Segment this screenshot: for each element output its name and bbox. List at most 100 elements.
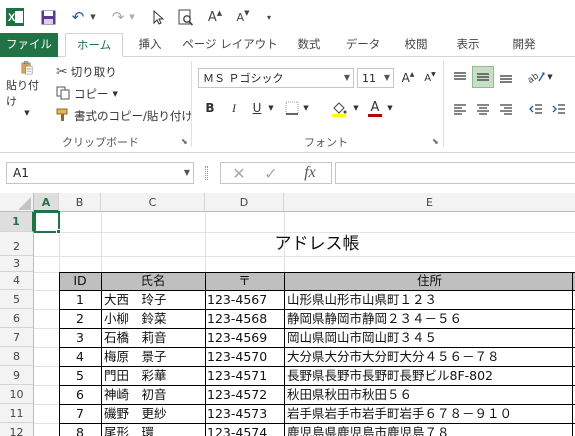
underline-button[interactable]: U xyxy=(248,98,266,118)
row-header[interactable]: 6 xyxy=(0,309,34,328)
redo-icon[interactable]: ↷ xyxy=(108,7,128,27)
orientation-button[interactable]: ab ▼ xyxy=(527,66,553,88)
cut-button[interactable]: ✂ 切り取り xyxy=(56,63,117,81)
select-objects-icon[interactable] xyxy=(150,7,166,27)
decrease-font-icon[interactable]: A ▼ xyxy=(233,7,253,27)
align-middle-button[interactable] xyxy=(472,66,494,88)
font-color-button[interactable]: A xyxy=(366,98,384,120)
borders-dropdown-icon[interactable]: ▼ xyxy=(301,98,311,118)
column-header-a[interactable]: A xyxy=(34,193,59,212)
row-header[interactable]: 10 xyxy=(0,385,34,404)
cell-id[interactable]: 4 xyxy=(59,347,101,366)
increase-font-icon[interactable]: A ▲ xyxy=(205,7,225,27)
copy-button[interactable]: コピー ▼ xyxy=(56,85,118,103)
align-center-button[interactable] xyxy=(473,98,493,120)
tab-developer[interactable]: 開発 xyxy=(502,33,546,57)
column-header-c[interactable]: C xyxy=(101,193,205,212)
decrease-indent-button[interactable] xyxy=(526,98,546,120)
column-header-e[interactable]: E xyxy=(284,193,575,212)
cell-postal[interactable]: 123-4574 xyxy=(207,423,283,436)
cell-name[interactable]: 大西 玲子 xyxy=(104,290,204,309)
insert-function-icon[interactable]: fx xyxy=(295,163,325,183)
row-header[interactable]: 3 xyxy=(0,256,34,272)
formula-bar-splitter[interactable] xyxy=(205,166,208,180)
grow-font-button[interactable]: A ▲ xyxy=(399,68,417,88)
cell-address[interactable]: 鹿児島県鹿児島市鹿児島７８ xyxy=(287,423,575,436)
cell-address[interactable]: 大分県大分市大分町大分４５６－７８ xyxy=(287,347,575,366)
row-header[interactable]: 4 xyxy=(0,272,34,290)
row-header[interactable]: 12 xyxy=(0,423,34,436)
redo-dropdown-icon[interactable]: ▼ xyxy=(127,7,137,27)
column-header-d[interactable]: D xyxy=(205,193,284,212)
row-header[interactable]: 9 xyxy=(0,366,34,385)
fill-handle[interactable] xyxy=(56,229,61,234)
tab-view[interactable]: 表示 xyxy=(446,33,490,57)
tab-file[interactable]: ファイル xyxy=(0,33,58,57)
row-header[interactable]: 2 xyxy=(0,232,34,256)
clipboard-launcher-icon[interactable]: ⬊ xyxy=(181,137,188,146)
font-name-combo[interactable]: ＭＳ Ｐゴシック ▼ xyxy=(198,68,354,88)
save-icon[interactable] xyxy=(38,7,58,27)
cell-name[interactable]: 小柳 鈴菜 xyxy=(104,309,204,328)
cell-name[interactable]: 神崎 初音 xyxy=(104,385,204,404)
borders-button[interactable] xyxy=(283,98,301,118)
row-header[interactable]: 8 xyxy=(0,347,34,366)
row-header[interactable]: 11 xyxy=(0,404,34,423)
cell-id[interactable]: 2 xyxy=(59,309,101,328)
formula-input[interactable] xyxy=(335,162,575,184)
cell-id[interactable]: 5 xyxy=(59,366,101,385)
cell-id[interactable]: 1 xyxy=(59,290,101,309)
paste-button[interactable]: 貼り付け ▼ xyxy=(6,61,48,117)
cell-id[interactable]: 3 xyxy=(59,328,101,347)
cell-postal[interactable]: 123-4568 xyxy=(207,309,283,328)
align-bottom-button[interactable] xyxy=(496,66,516,88)
font-color-dropdown-icon[interactable]: ▼ xyxy=(385,98,395,118)
fill-dropdown-icon[interactable]: ▼ xyxy=(351,98,361,118)
cell-postal[interactable]: 123-4567 xyxy=(207,290,283,309)
tab-home[interactable]: ホーム xyxy=(65,33,123,57)
underline-dropdown-icon[interactable]: ▼ xyxy=(266,98,276,118)
cell-name[interactable]: 磯野 更紗 xyxy=(104,404,204,423)
cell-address[interactable]: 岡山県岡山市岡山町３４５ xyxy=(287,328,575,347)
cell-postal[interactable]: 123-4570 xyxy=(207,347,283,366)
cell-address[interactable]: 長野県長野市長野町長野ビル8F-802 xyxy=(287,366,575,385)
cancel-icon[interactable]: ✕ xyxy=(226,163,252,183)
tab-page-layout[interactable]: ページ レイアウト xyxy=(178,33,282,57)
undo-dropdown-icon[interactable]: ▼ xyxy=(88,7,98,27)
cell-id[interactable]: 8 xyxy=(59,423,101,436)
shrink-font-button[interactable]: A ▼ xyxy=(421,68,439,88)
worksheet-grid[interactable]: A B C D E 1 2 3 4 5 6 7 8 9 10 11 12 アドレ… xyxy=(0,193,575,436)
enter-icon[interactable]: ✓ xyxy=(258,163,284,183)
customize-qat-icon[interactable]: ▾ xyxy=(262,7,276,27)
cell-id[interactable]: 7 xyxy=(59,404,101,423)
bold-button[interactable]: B xyxy=(201,98,219,118)
italic-button[interactable]: I xyxy=(225,98,243,118)
align-top-button[interactable] xyxy=(450,66,470,88)
header-name[interactable]: 氏名 xyxy=(101,272,205,290)
align-left-button[interactable] xyxy=(450,98,470,120)
print-preview-icon[interactable] xyxy=(176,7,196,27)
cell-name[interactable]: 尾形 環 xyxy=(104,423,204,436)
align-right-button[interactable] xyxy=(496,98,516,120)
cell-id[interactable]: 6 xyxy=(59,385,101,404)
cell-postal[interactable]: 123-4572 xyxy=(207,385,283,404)
cell-postal[interactable]: 123-4571 xyxy=(207,366,283,385)
tab-formulas[interactable]: 数式 xyxy=(287,33,331,57)
cell-address[interactable]: 秋田県秋田市秋田５６ xyxy=(287,385,575,404)
tab-insert[interactable]: 挿入 xyxy=(128,33,172,57)
cell-postal[interactable]: 123-4569 xyxy=(207,328,283,347)
cell-postal[interactable]: 123-4573 xyxy=(207,404,283,423)
header-address[interactable]: 住所 xyxy=(284,272,575,290)
row-header[interactable]: 1 xyxy=(0,212,34,232)
cell-name[interactable]: 梅原 景子 xyxy=(104,347,204,366)
row-header[interactable]: 7 xyxy=(0,328,34,347)
cell-address[interactable]: 静岡県静岡市静岡２３４－５６ xyxy=(287,309,575,328)
undo-icon[interactable]: ↶ xyxy=(68,7,88,27)
tab-data[interactable]: データ xyxy=(338,33,388,57)
cell-address[interactable]: 岩手県岩手市岩手町岩手６７８－９１０ xyxy=(287,404,575,423)
cell-address[interactable]: 山形県山形市山県町１２３ xyxy=(287,290,575,309)
name-box[interactable]: A1 ▼ xyxy=(6,162,194,184)
fill-color-button[interactable] xyxy=(329,98,349,120)
font-launcher-icon[interactable]: ⬊ xyxy=(432,137,439,146)
header-id[interactable]: ID xyxy=(59,272,101,290)
